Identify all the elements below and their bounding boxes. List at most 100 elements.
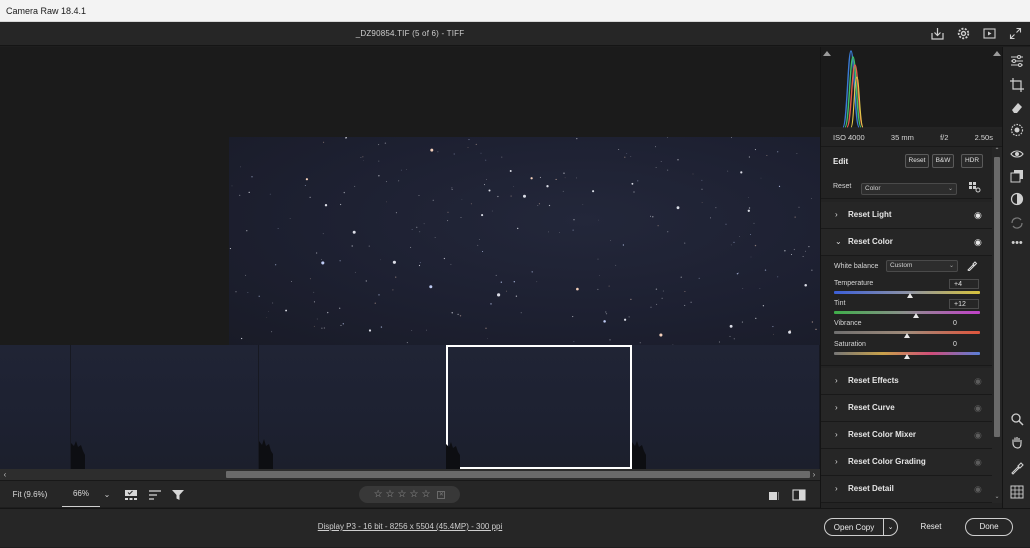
crop-icon[interactable] xyxy=(1009,77,1025,93)
sync-icon[interactable] xyxy=(1009,215,1025,231)
slideshow-icon[interactable] xyxy=(980,24,998,42)
single-view-icon[interactable] xyxy=(766,487,782,503)
star-rating[interactable]: ☆ ☆ ☆ ☆ ☆ ✕ xyxy=(359,486,460,503)
reject-icon[interactable]: ✕ xyxy=(437,490,446,499)
filmstrip-thumb[interactable] xyxy=(0,345,71,469)
eye-icon[interactable]: ◉ xyxy=(974,484,982,495)
hdr-button[interactable]: HDR xyxy=(961,154,983,168)
slider-value-field[interactable]: 0 xyxy=(949,319,979,329)
slider-value-field[interactable]: +12 xyxy=(949,299,979,309)
more-options-icon[interactable]: ••• xyxy=(1009,235,1025,251)
compare-view-icon[interactable] xyxy=(791,487,807,503)
eyedropper-icon[interactable] xyxy=(967,260,978,274)
sort-icon[interactable] xyxy=(147,487,163,503)
star xyxy=(453,153,455,155)
reset-button[interactable]: Reset xyxy=(910,518,952,536)
scrollbar-thumb[interactable] xyxy=(226,471,810,478)
slider-value-field[interactable]: 0 xyxy=(949,340,979,350)
white-balance-select[interactable]: Custom ⌄ xyxy=(886,260,958,272)
star xyxy=(740,171,743,174)
filmstrip-view-icon[interactable] xyxy=(123,487,139,503)
filmstrip xyxy=(0,345,820,469)
profile-select[interactable]: Color ⌄ xyxy=(861,183,957,195)
star xyxy=(400,169,402,171)
presets-icon[interactable] xyxy=(1009,191,1025,207)
filmstrip-thumb[interactable] xyxy=(71,345,259,469)
slider-knob[interactable] xyxy=(904,354,910,359)
temperature-slider[interactable]: Temperature +4 xyxy=(821,279,993,299)
eye-icon[interactable]: ◉ xyxy=(974,403,982,414)
section-color-mixer[interactable]: › Reset Color Mixer ◉ xyxy=(821,422,993,449)
filter-icon[interactable] xyxy=(170,487,186,503)
rating-star[interactable]: ☆ xyxy=(398,489,407,500)
eraser-icon[interactable] xyxy=(1009,99,1025,115)
snapshots-icon[interactable] xyxy=(1009,168,1025,184)
grid-overlay-icon[interactable] xyxy=(1009,484,1025,500)
rating-star[interactable]: ☆ xyxy=(409,489,418,500)
section-curve[interactable]: › Reset Curve ◉ xyxy=(821,395,993,422)
filmstrip-thumb[interactable] xyxy=(632,345,820,469)
filmstrip-scrollbar[interactable]: ‹ › xyxy=(0,469,820,480)
done-button[interactable]: Done xyxy=(965,518,1013,536)
star xyxy=(605,313,608,315)
fit-zoom-button[interactable]: Fit (9.6%) xyxy=(0,481,60,508)
slider-knob[interactable] xyxy=(906,293,913,298)
saturation-slider[interactable]: Saturation 0 xyxy=(821,340,993,360)
eye-icon[interactable]: ◉ xyxy=(974,210,982,221)
open-copy-button[interactable]: Open Copy ⌄ xyxy=(824,518,898,536)
tint-slider[interactable]: Tint +12 xyxy=(821,299,993,319)
eye-icon[interactable]: ◉ xyxy=(974,237,982,248)
slider-knob[interactable] xyxy=(904,333,910,338)
rating-star[interactable]: ☆ xyxy=(374,489,383,500)
star xyxy=(618,149,620,150)
edit-panel: ISO 4000 35 mm f/2 2.50s Edit Reset B&W … xyxy=(820,47,1002,508)
bw-button[interactable]: B&W xyxy=(932,154,954,168)
star xyxy=(477,244,479,246)
section-color-grading[interactable]: › Reset Color Grading ◉ xyxy=(821,449,993,476)
auto-reset-button[interactable]: Reset xyxy=(905,154,929,168)
image-canvas[interactable] xyxy=(0,47,820,345)
star xyxy=(266,317,268,318)
edit-sliders-icon[interactable] xyxy=(1009,53,1025,69)
slider-track[interactable] xyxy=(834,311,980,314)
vibrance-slider[interactable]: Vibrance 0 xyxy=(821,319,993,339)
zoom-level-button[interactable]: 66% xyxy=(62,483,100,507)
panel-scrollbar[interactable]: ⌃ ⌄ xyxy=(992,147,1002,503)
masking-icon[interactable] xyxy=(1009,122,1025,138)
scroll-down-icon[interactable]: ⌄ xyxy=(992,493,1002,500)
save-icon[interactable] xyxy=(928,24,946,42)
zoom-tool-icon[interactable] xyxy=(1009,411,1025,427)
panel-scrollbar-thumb[interactable] xyxy=(994,157,1000,437)
eye-icon[interactable]: ◉ xyxy=(974,457,982,468)
shutter-value: 2.50s xyxy=(974,133,993,142)
slider-value-field[interactable]: +4 xyxy=(949,279,979,289)
section-detail[interactable]: › Reset Detail ◉ xyxy=(821,476,993,503)
star xyxy=(684,304,686,306)
rating-star[interactable]: ☆ xyxy=(421,489,430,500)
hand-tool-icon[interactable] xyxy=(1009,434,1025,450)
section-light[interactable]: › Reset Light ◉ xyxy=(821,202,993,229)
chevron-down-icon[interactable]: ⌄ xyxy=(883,519,897,535)
scroll-right-icon[interactable]: › xyxy=(809,469,819,480)
star xyxy=(321,261,325,265)
eye-icon[interactable]: ◉ xyxy=(974,376,982,387)
slider-knob[interactable] xyxy=(912,313,919,318)
star xyxy=(395,212,397,214)
star xyxy=(501,156,503,158)
zoom-dropdown-icon[interactable]: ⌄ xyxy=(100,481,114,508)
fullscreen-icon[interactable] xyxy=(1006,24,1024,42)
filmstrip-thumb[interactable] xyxy=(259,345,447,469)
section-color[interactable]: ⌄ Reset Color ◉ xyxy=(821,229,993,256)
eye-icon[interactable]: ◉ xyxy=(974,430,982,441)
settings-icon[interactable] xyxy=(954,24,972,42)
filmstrip-thumb-selected[interactable] xyxy=(446,345,632,469)
scroll-left-icon[interactable]: ‹ xyxy=(0,469,10,480)
section-effects[interactable]: › Reset Effects ◉ xyxy=(821,368,993,395)
red-eye-icon[interactable] xyxy=(1009,146,1025,162)
color-sampler-icon[interactable] xyxy=(1009,460,1025,476)
rating-star[interactable]: ☆ xyxy=(386,489,395,500)
open-copy-label[interactable]: Open Copy xyxy=(825,523,883,532)
profile-browser-icon[interactable] xyxy=(969,182,981,194)
scroll-up-icon[interactable]: ⌃ xyxy=(992,147,1002,154)
workflow-options-link[interactable]: Display P3 - 16 bit - 8256 x 5504 (45.4M… xyxy=(0,509,820,548)
